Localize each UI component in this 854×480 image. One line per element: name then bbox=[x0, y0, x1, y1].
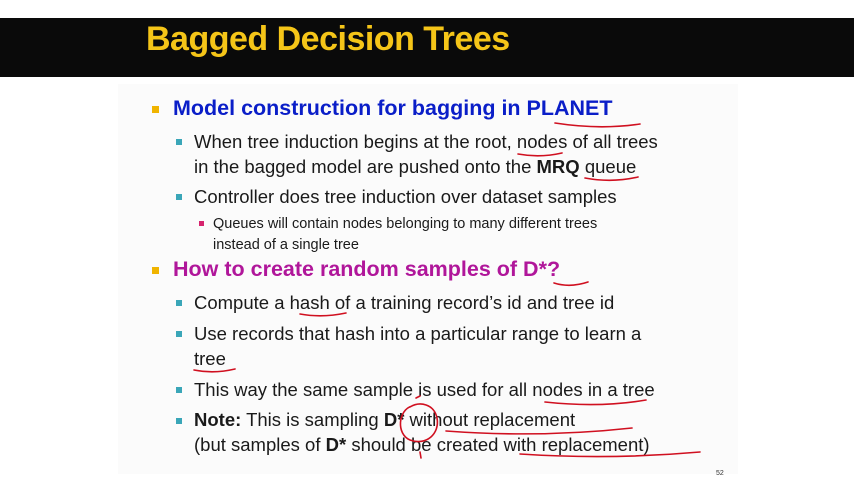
bullet-l1-icon bbox=[152, 267, 159, 274]
section2-item3: This way the same sample is used for all… bbox=[194, 379, 655, 400]
bullet-l2-icon bbox=[176, 387, 182, 393]
section2-item4-line1: Note: This is sampling D* without replac… bbox=[194, 409, 575, 431]
item4-text-a: This is sampling bbox=[241, 409, 384, 430]
section2-item2-line1: Use records that hash into a particular … bbox=[194, 323, 642, 344]
item1-line2-text-b: queue bbox=[579, 156, 637, 177]
section1-item2: Controller does tree induction over data… bbox=[194, 186, 617, 207]
note-label: Note: bbox=[194, 409, 242, 430]
item4-line2-text-a: (but samples of bbox=[194, 434, 326, 455]
item4-text-b: without replacement bbox=[404, 409, 576, 430]
section1-item1-line2: in the bagged model are pushed onto the … bbox=[194, 156, 636, 178]
slide-title: Bagged Decision Trees bbox=[146, 20, 510, 58]
bullet-l2-icon bbox=[176, 300, 182, 306]
section2-item2-line2: tree bbox=[194, 348, 226, 369]
section1-sub1-line2: instead of a single tree bbox=[213, 237, 359, 253]
section1-item1-line1: When tree induction begins at the root, … bbox=[194, 131, 658, 152]
section2-heading: How to create random samples of D*? bbox=[173, 257, 561, 281]
mrq-label: MRQ bbox=[536, 156, 580, 177]
section2-item1: Compute a hash of a training record’s id… bbox=[194, 292, 615, 313]
dstar-label-2: D* bbox=[325, 434, 347, 455]
bullet-l3-icon bbox=[199, 221, 204, 226]
dstar-label: D* bbox=[383, 409, 405, 430]
bullet-l2-icon bbox=[176, 418, 182, 424]
section1-heading: Model construction for bagging in PLANET bbox=[173, 96, 613, 120]
item1-line2-text-a: in the bagged model are pushed onto the bbox=[194, 156, 537, 177]
bullet-l2-icon bbox=[176, 139, 182, 145]
section1-sub1-line1: Queues will contain nodes belonging to m… bbox=[213, 216, 598, 232]
page-number: 52 bbox=[716, 470, 724, 477]
item4-line2-text-b: should be created with replacement) bbox=[346, 434, 650, 455]
bullet-l2-icon bbox=[176, 331, 182, 337]
section2-item4-line2: (but samples of D* should be created wit… bbox=[194, 434, 650, 456]
bullet-l1-icon bbox=[152, 106, 159, 113]
bullet-l2-icon bbox=[176, 194, 182, 200]
